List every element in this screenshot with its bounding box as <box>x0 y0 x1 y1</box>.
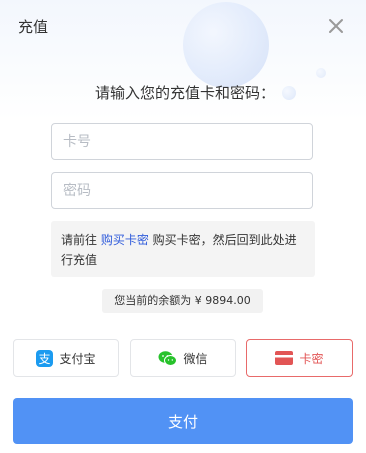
payment-option-alipay[interactable]: 支 支付宝 <box>13 339 119 377</box>
svg-text:支: 支 <box>39 352 51 366</box>
card-number-input[interactable] <box>51 123 313 160</box>
notice-text-before: 请前往 <box>61 233 101 247</box>
decorative-bubble <box>183 2 269 88</box>
payment-option-label: 微信 <box>183 351 208 366</box>
close-icon <box>329 19 343 33</box>
alipay-icon: 支 <box>36 349 54 367</box>
purchase-notice: 请前往 购买卡密 购买卡密，然后回到此处进行充值 <box>51 221 315 277</box>
dialog-title: 充值 <box>18 18 49 36</box>
prompt-text: 请输入您的充值卡和密码： <box>94 84 275 102</box>
balance-badge: 您当前的余额为 ¥ 9894.00 <box>102 289 263 313</box>
payment-option-label: 卡密 <box>299 351 324 366</box>
card-password-input[interactable] <box>51 172 313 209</box>
buy-card-link[interactable]: 购买卡密 <box>101 233 149 247</box>
payment-option-wechat[interactable]: 微信 <box>130 339 236 377</box>
payment-option-label: 支付宝 <box>59 351 96 366</box>
decorative-bubble-tiny <box>316 68 326 78</box>
close-button[interactable] <box>325 15 347 37</box>
payment-option-card[interactable]: 卡密 <box>246 339 353 377</box>
card-icon <box>275 351 294 365</box>
pay-button[interactable]: 支付 <box>13 398 353 444</box>
wechat-icon <box>158 350 178 367</box>
